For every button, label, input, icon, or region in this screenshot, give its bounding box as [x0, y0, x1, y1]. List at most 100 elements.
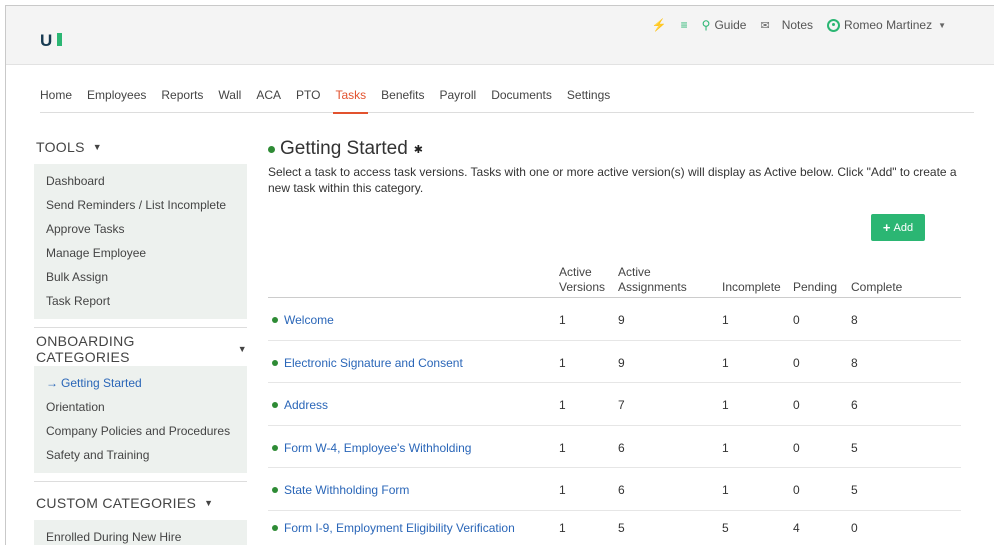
divider	[34, 327, 247, 328]
sidebar-item-company-policies[interactable]: Company Policies and Procedures	[46, 419, 247, 443]
col-label-line: Versions	[559, 280, 606, 294]
cell-active-assignments: 9	[618, 313, 625, 327]
tab-pto[interactable]: PTO	[296, 88, 320, 113]
task-name: Form W-4, Employee's Withholding	[284, 440, 472, 455]
task-link-electronic-signature[interactable]: Electronic Signature and Consent	[272, 356, 463, 370]
user-circle-icon	[827, 18, 841, 32]
triangle-down-icon: ▼	[237, 344, 247, 354]
cell-pending: 0	[793, 355, 800, 370]
cell-pending: 4	[793, 520, 800, 535]
task-name: State Withholding Form	[284, 483, 410, 497]
cell-active-assignments: 6	[618, 440, 625, 455]
tab-payroll[interactable]: Payroll	[440, 88, 477, 113]
custom-section-toggle[interactable]: CUSTOM CATEGORIES ▼	[34, 492, 247, 514]
add-task-button[interactable]: + Add	[871, 214, 925, 241]
status-dot-icon	[272, 317, 278, 323]
cell-active-versions: 1	[559, 398, 566, 412]
sidebar-item-approve-tasks[interactable]: Approve Tasks	[46, 217, 247, 241]
sidebar-item-manage-employee[interactable]: Manage Employee	[46, 241, 247, 265]
table-row: Electronic Signature and Consent 1 9 1 0…	[268, 341, 961, 383]
task-name: Electronic Signature and Consent	[284, 355, 463, 370]
sidebar-item-getting-started[interactable]: → Getting Started	[46, 371, 247, 395]
sidebar-item-send-reminders[interactable]: Send Reminders / List Incomplete	[46, 193, 247, 217]
col-incomplete[interactable]: Incomplete	[722, 280, 781, 295]
sidebar-item-bulk-assign[interactable]: Bulk Assign	[46, 265, 247, 289]
col-active-versions[interactable]: Active Versions	[559, 265, 605, 295]
tab-settings[interactable]: Settings	[567, 88, 610, 113]
task-link-form-i9[interactable]: Form I-9, Employment Eligibility Verific…	[272, 521, 515, 535]
sidebar-item-enrolled-new-hire[interactable]: Enrolled During New Hire	[46, 525, 247, 545]
tab-aca[interactable]: ACA	[256, 88, 281, 113]
tab-documents[interactable]: Documents	[491, 88, 552, 113]
tab-wall[interactable]: Wall	[218, 88, 241, 113]
table-header: Active Versions Active Assignments Incom…	[268, 265, 961, 298]
bolt-icon[interactable]: ⚡	[652, 18, 667, 32]
triangle-down-icon: ▼	[204, 498, 214, 508]
cell-active-versions: 1	[559, 520, 566, 535]
header-actions: ⚡ ≡ ⚲ Guide ✉ Notes Romeo Martinez ▼	[652, 18, 946, 32]
plus-icon: +	[882, 220, 891, 235]
task-link-welcome[interactable]: Welcome	[272, 313, 334, 327]
logo-letter-u: U	[40, 31, 52, 50]
arrow-right-icon: →	[46, 376, 58, 390]
task-link-form-w4[interactable]: Form W-4, Employee's Withholding	[272, 441, 471, 455]
gear-icon[interactable]: ✱	[414, 143, 423, 156]
cell-active-versions: 1	[559, 355, 566, 370]
guide-label: Guide	[714, 18, 747, 32]
tools-section-toggle[interactable]: TOOLS ▼	[34, 136, 247, 158]
col-complete[interactable]: Complete	[851, 280, 902, 295]
sidebar-item-safety-training[interactable]: Safety and Training	[46, 443, 247, 467]
notes-label: Notes	[781, 18, 814, 32]
sidebar: TOOLS ▼ Dashboard Send Reminders / List …	[34, 136, 247, 545]
cell-pending: 0	[793, 483, 800, 497]
status-dot-icon	[268, 145, 275, 153]
cell-incomplete: 1	[722, 313, 729, 327]
cell-complete: 8	[851, 355, 858, 370]
cell-pending: 0	[793, 440, 800, 455]
logo-letter-i	[57, 33, 62, 46]
tab-benefits[interactable]: Benefits	[381, 88, 424, 113]
onboarding-list: → Getting Started Orientation Company Pol…	[34, 366, 247, 473]
tab-tasks[interactable]: Tasks	[333, 88, 368, 114]
col-label-line: Active	[618, 265, 651, 279]
col-active-assignments[interactable]: Active Assignments	[618, 265, 687, 295]
main-content: Getting Started ✱ Select a task to acces…	[268, 136, 968, 535]
task-link-state-withholding[interactable]: State Withholding Form	[272, 483, 409, 497]
onboarding-section-toggle[interactable]: ONBOARDING CATEGORIES ▼	[34, 333, 247, 365]
table-row: Address 1 7 1 0 6	[268, 383, 961, 426]
tab-home[interactable]: Home	[40, 88, 72, 113]
cell-active-versions: 1	[559, 440, 566, 455]
sidebar-item-dashboard[interactable]: Dashboard	[46, 169, 247, 193]
cell-complete: 5	[851, 440, 858, 455]
sidebar-item-label: Getting Started	[61, 376, 142, 390]
task-table-body: Welcome 1 9 1 0 8 Electronic Signature a…	[268, 298, 961, 545]
page-title-text: Getting Started	[280, 138, 408, 159]
cell-complete: 6	[851, 398, 858, 412]
tools-list: Dashboard Send Reminders / List Incomple…	[34, 164, 247, 319]
page-title: Getting Started ✱	[268, 136, 968, 162]
tab-employees[interactable]: Employees	[87, 88, 146, 113]
cell-incomplete: 1	[722, 440, 729, 455]
cell-active-versions: 1	[559, 313, 566, 327]
task-name: Form I-9, Employment Eligibility Verific…	[284, 520, 515, 535]
add-button-label: Add	[893, 221, 914, 234]
tab-reports[interactable]: Reports	[161, 88, 203, 113]
sidebar-item-orientation[interactable]: Orientation	[46, 395, 247, 419]
map-pin-icon: ⚲	[701, 18, 711, 32]
company-logo[interactable]: U	[40, 26, 66, 50]
guide-link[interactable]: ⚲ Guide	[702, 18, 747, 32]
task-link-address[interactable]: Address	[272, 398, 328, 412]
server-icon[interactable]: ≡	[681, 18, 688, 32]
sidebar-item-task-report[interactable]: Task Report	[46, 289, 247, 313]
task-name: Welcome	[284, 313, 334, 327]
notes-link[interactable]: ✉ Notes	[760, 18, 813, 32]
top-header: U ⚡ ≡ ⚲ Guide ✉ Notes Romeo Martinez ▼	[6, 6, 994, 65]
cell-complete: 0	[851, 520, 858, 535]
col-pending[interactable]: Pending	[793, 280, 837, 295]
status-dot-icon	[272, 402, 278, 408]
divider	[34, 481, 247, 482]
table-row: Form I-9, Employment Eligibility Verific…	[268, 511, 961, 545]
task-name: Address	[284, 398, 329, 412]
user-menu[interactable]: Romeo Martinez ▼	[827, 18, 946, 32]
status-dot-icon	[272, 444, 278, 451]
